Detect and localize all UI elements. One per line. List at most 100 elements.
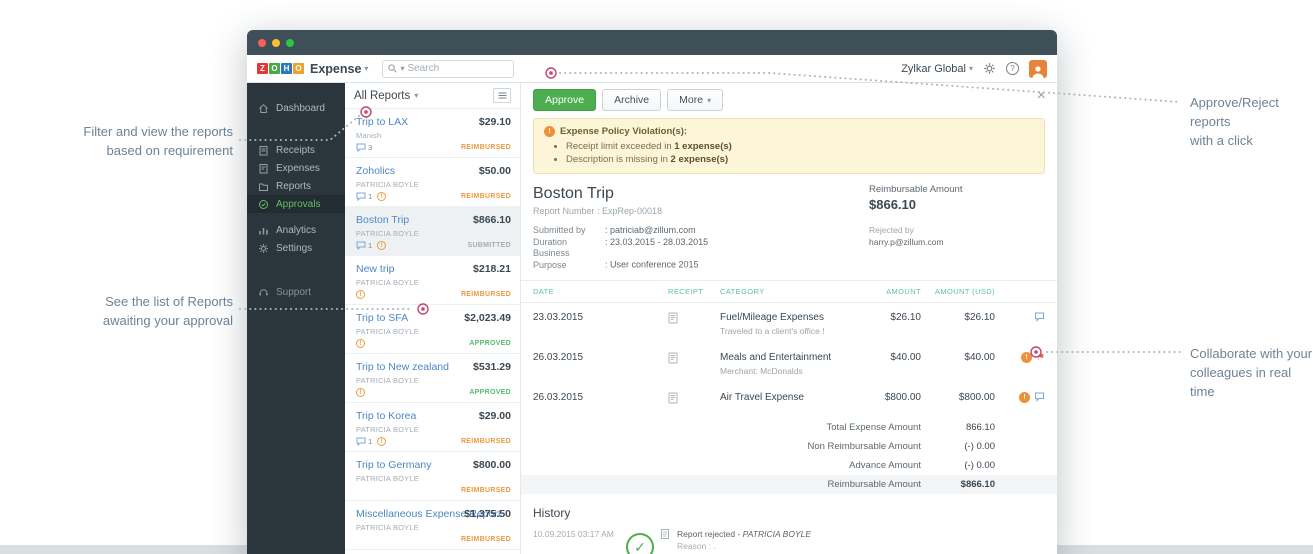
archive-button[interactable]: Archive	[602, 89, 662, 111]
report-list-item-selected[interactable]: Boston Trip PATRICIA BOYLE $866.10 1 ! S…	[345, 207, 520, 256]
more-button[interactable]: More ▾	[667, 89, 724, 111]
approved-check-indicator[interactable]: ✓	[626, 533, 654, 554]
close-icon[interactable]: ×	[1037, 87, 1046, 105]
report-owner: PATRICIA BOYLE	[356, 523, 419, 532]
receipt-cell[interactable]	[668, 352, 720, 367]
report-amount: $29.10	[478, 116, 511, 128]
approve-button[interactable]: Approve	[533, 89, 597, 111]
expense-row[interactable]: 26.03.2015 Meals and Entertainment Merch…	[521, 343, 1057, 383]
report-badges: !	[356, 290, 365, 299]
category-name: Fuel/Mileage Expenses	[720, 312, 824, 323]
report-name: Boston Trip	[533, 185, 614, 202]
receipt-cell[interactable]	[668, 392, 720, 407]
report-list-item[interactable]: Trip to New zealand PATRICIA BOYLE $531.…	[345, 354, 520, 403]
report-amount: $29.00	[478, 410, 511, 422]
report-amount: $866.10	[473, 214, 511, 226]
annotation-reports-awaiting: See the list of Reports awaiting your ap…	[0, 292, 233, 330]
report-list-item[interactable]: Trip to SFA PATRICIA BOYLE $2,023.49 ! A…	[345, 305, 520, 354]
search-input[interactable]	[407, 63, 494, 74]
user-avatar[interactable]	[1029, 59, 1047, 78]
report-detail-panel: × Approve Archive More ▾ ! Expense Polic…	[521, 83, 1057, 554]
report-list-item[interactable]: Zoholics PATRICIA BOYLE $50.00 1 ! REIMB…	[345, 158, 520, 207]
chevron-down-icon: ▾	[414, 91, 419, 100]
reports-list-panel: All Reports ▾ Trip to LAX Manish $29.10	[345, 83, 521, 554]
chevron-down-icon: ▾	[707, 95, 712, 105]
policy-violation-icon[interactable]: !	[1019, 392, 1030, 403]
violation-info-icon: !	[356, 388, 365, 397]
window-close-dot[interactable]	[258, 38, 266, 47]
logo-letter: Z	[257, 63, 268, 74]
rejected-by-value: harry.p@zillum.com	[869, 237, 944, 247]
gear-icon[interactable]	[983, 62, 996, 75]
search-scope-caret-icon[interactable]: ▾	[400, 64, 404, 73]
violation-item: Receipt limit exceeded in 1 expense(s)	[566, 141, 1034, 154]
report-list-item[interactable]: Trip to Korea PATRICIA BOYLE $29.00 1 ! …	[345, 403, 520, 452]
expense-amount-usd: $26.10	[964, 312, 995, 323]
report-badges: !	[356, 388, 365, 397]
sidebar-item-approvals[interactable]: Approvals	[247, 195, 345, 213]
comment-icon[interactable]	[1034, 312, 1045, 322]
search-box[interactable]: ▾	[382, 59, 515, 78]
report-status-badge: REIMBURSED	[460, 487, 511, 494]
violation-title-row: ! Expense Policy Violation(s):	[544, 126, 1034, 137]
summary-row: Total Expense Amount 866.10	[826, 422, 995, 433]
person-icon	[1032, 65, 1044, 78]
violation-info-icon: !	[377, 192, 387, 201]
sidebar-item-reports[interactable]: Reports	[247, 177, 345, 195]
expense-row[interactable]: 23.03.2015 Fuel/Mileage Expenses Travele…	[521, 303, 1057, 343]
annotation-text: with a click	[1190, 133, 1253, 148]
warning-icon: !	[544, 126, 555, 137]
category-name: Air Travel Expense	[720, 392, 804, 403]
report-amount: $800.00	[473, 459, 511, 471]
receipt-icon	[668, 352, 678, 364]
report-owner: PATRICIA BOYLE	[356, 376, 419, 385]
sidebar-item-label: Reports	[276, 180, 312, 192]
logo-letter: O	[293, 63, 304, 74]
report-status-badge: REIMBURSED	[460, 193, 511, 200]
expense-row[interactable]: 26.03.2015 Air Travel Expense $800.00 $8…	[521, 383, 1057, 414]
expense-table-header: DATE RECEIPT CATEGORY AMOUNT AMOUNT (USD…	[521, 281, 1057, 303]
report-owner: PATRICIA BOYLE	[356, 474, 419, 483]
receipt-cell[interactable]	[668, 312, 720, 327]
sidebar-item-settings[interactable]: Settings	[247, 239, 345, 257]
page-canvas: Filter and view the reports based on req…	[0, 0, 1313, 554]
report-list-item[interactable]: New trip PATRICIA BOYLE $218.21 ! REIMBU…	[345, 256, 520, 305]
report-list-item[interactable]: Trip to Germany PATRICIA BOYLE $800.00 R…	[345, 452, 520, 501]
list-view-menu-button[interactable]	[493, 88, 511, 103]
category-cell: Meals and Entertainment Merchant: McDona…	[720, 352, 845, 376]
report-status-badge: APPROVED	[469, 340, 511, 347]
receipts-icon	[259, 145, 268, 155]
org-selector[interactable]: Zylkar Global ▾	[901, 63, 973, 75]
report-status-badge: SUBMITTED	[467, 242, 511, 249]
comment-icon	[356, 437, 366, 446]
report-list-item[interactable]: Miscellaneous Expense Report PATRICIA BO…	[345, 501, 520, 550]
sidebar-item-expenses[interactable]: Expenses	[247, 159, 345, 177]
policy-violation-icon[interactable]: !	[1021, 352, 1033, 363]
report-owner: PATRICIA BOYLE	[356, 327, 419, 336]
home-icon	[259, 103, 268, 113]
summary-row-total: Reimbursable Amount $866.10	[521, 475, 1057, 494]
chevron-down-icon: ▾	[968, 64, 973, 73]
report-badges: 1 !	[356, 437, 387, 446]
sidebar-item-dashboard[interactable]: Dashboard	[247, 99, 345, 117]
flag-icon[interactable]: ⚑	[1036, 352, 1045, 363]
sidebar-item-receipts[interactable]: Receipts	[247, 141, 345, 159]
hamburger-icon	[498, 92, 506, 99]
report-amount: $531.29	[473, 361, 511, 373]
expense-date: 23.03.2015	[533, 312, 584, 323]
expense-amount: $26.10	[890, 312, 921, 323]
comment-icon[interactable]	[1034, 392, 1045, 402]
reports-filter-dropdown[interactable]: All Reports ▾	[354, 90, 418, 102]
zoho-expense-logo[interactable]: Z O H O Expense ▾	[257, 62, 368, 76]
window-minimize-dot[interactable]	[272, 38, 280, 47]
sidebar-item-label: Analytics	[276, 224, 317, 236]
policy-violation-banner: ! Expense Policy Violation(s): Receipt l…	[533, 118, 1045, 174]
help-icon[interactable]: ?	[1006, 62, 1019, 75]
history-title: History	[533, 506, 571, 520]
category-name: Meals and Entertainment	[720, 352, 832, 363]
sidebar-item-analytics[interactable]: Analytics	[247, 221, 345, 239]
report-list-item[interactable]: Trip to LAX Manish $29.10 3 REIMBURSED	[345, 109, 520, 158]
window-zoom-dot[interactable]	[286, 38, 294, 47]
sidebar-item-support[interactable]: Support	[247, 283, 345, 301]
